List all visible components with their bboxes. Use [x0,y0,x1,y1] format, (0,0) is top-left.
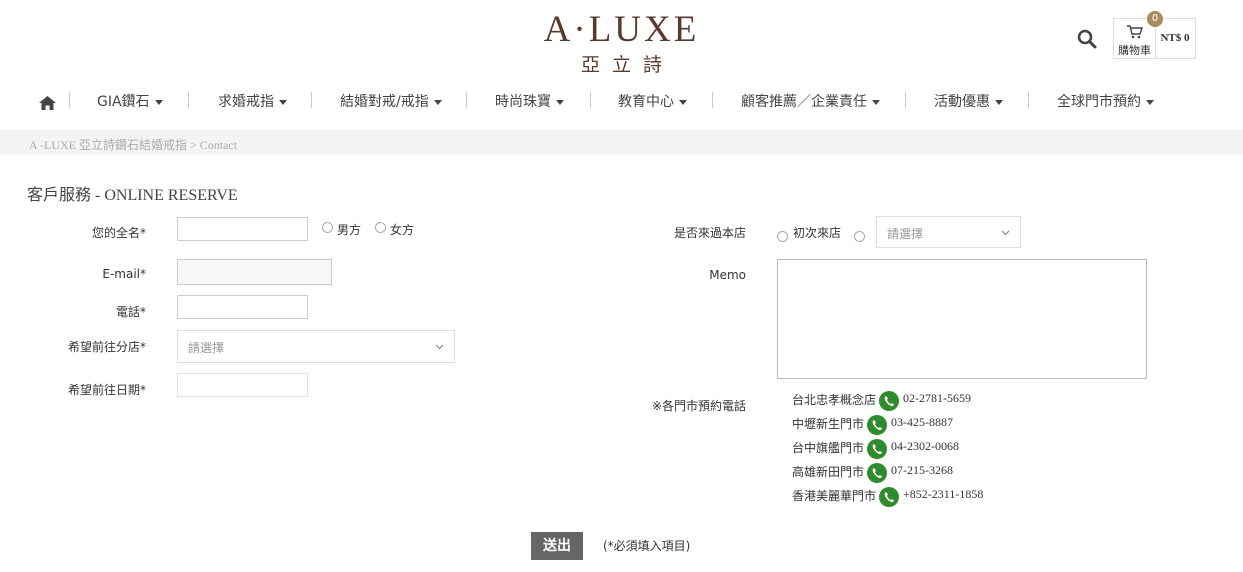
logo-wordmark[interactable]: A·LUXE [0,8,1243,51]
nav-item-label: GIA鑽石 [97,94,150,110]
search-icon[interactable] [1077,29,1097,49]
memo-label: Memo [709,268,746,282]
nav-item-testimonials[interactable]: 顧客推薦／企業責任 [741,91,880,111]
gender-male-label: 男方 [337,223,362,237]
store-phone[interactable]: 07-215-3268 [891,463,953,478]
nav-item-fashion-jewelry[interactable]: 時尚珠寶 [495,91,564,111]
store-name: 香港美麗華門市 [792,489,877,503]
nav-divider [188,92,189,108]
email-label: E-mail* [40,267,146,281]
required-mark: * [140,267,146,281]
phone-icon [879,487,899,507]
date-label: 希望前往日期* [40,381,146,398]
nav-item-gia-diamond[interactable]: GIA鑽石 [97,91,163,111]
phone-icon [867,439,887,459]
first-visit-radio[interactable] [777,231,788,242]
cart-total: NT$ 0 [1160,32,1190,44]
chevron-down-icon [1146,99,1154,105]
chevron-down-icon [154,99,163,105]
nav-divider [311,92,312,108]
phone-label-text: 電話 [115,305,140,319]
home-icon[interactable] [39,96,56,110]
chevron-down-icon [435,344,444,350]
nav-divider [69,92,70,108]
required-mark: * [140,340,146,354]
nav-divider [466,92,467,108]
nav-divider [590,92,591,108]
branch-label: 希望前往分店* [40,338,146,355]
store-name: 台北忠孝概念店 [792,393,877,407]
page-title: 客戶服務 - ONLINE RESERVE [27,187,238,204]
email-label-text: E-mail [102,267,140,281]
visited-before-radio[interactable] [854,231,865,242]
gender-female-label: 女方 [390,223,415,237]
required-mark: * [140,305,146,319]
breadcrumb: A -LUXE 亞立詩鑽石結婚戒指 > Contact [0,130,1243,155]
chevron-down-icon [556,99,564,105]
phone-icon [867,463,887,483]
nav-item-label: 結婚對戒/戒指 [340,94,429,110]
nav-item-promotions[interactable]: 活動優惠 [934,91,1003,111]
chevron-down-icon [679,99,687,105]
name-label-text: 您的全名 [91,226,140,240]
phone-icon [879,391,899,411]
chevron-down-icon [433,99,442,105]
chevron-down-icon [1001,230,1010,236]
nav-item-label: 顧客推薦／企業責任 [741,94,867,110]
nav-item-label: 教育中心 [618,94,674,110]
nav-item-education[interactable]: 教育中心 [618,91,687,111]
visited-store-select-value: 請選擇 [887,227,924,241]
store-phone[interactable]: 03-425-8887 [891,415,953,430]
breadcrumb-text[interactable]: A -LUXE 亞立詩鑽石結婚戒指 > Contact [29,136,237,153]
store-phone-label: ※各門市預約電話 [651,399,746,413]
visited-label: 是否來過本店 [673,226,746,240]
cart-label: 購物車 [1118,44,1151,57]
nav-divider [712,92,713,108]
store-phone[interactable]: +852-2311-1858 [903,487,983,502]
main-nav: GIA鑽石 求婚戒指 結婚對戒/戒指 時尚珠寶 教育中心 顧客推薦／企業責任 活… [0,88,1243,114]
branch-select[interactable]: 請選擇 [177,330,455,363]
required-mark: * [140,226,146,240]
name-input[interactable] [177,217,308,241]
store-phone[interactable]: 04-2302-0068 [891,439,959,454]
nav-divider [905,92,906,108]
nav-item-wedding-rings[interactable]: 結婚對戒/戒指 [340,91,442,111]
store-name: 高雄新田門市 [792,465,865,479]
submit-button[interactable]: 送出 [531,532,583,560]
phone-input[interactable] [177,295,308,319]
nav-item-label: 求婚戒指 [218,94,274,110]
nav-item-label: 全球門市預約 [1057,94,1141,110]
store-name: 台中旗艦門市 [792,441,865,455]
visited-store-select[interactable]: 請選擇 [876,216,1021,248]
email-input[interactable] [177,259,332,285]
name-label: 您的全名* [40,224,146,241]
store-name: 中壢新生門市 [792,417,865,431]
chevron-down-icon [279,99,287,105]
cart-icon [1127,25,1143,39]
required-mark: * [140,383,146,397]
phone-icon [867,415,887,435]
gender-male-radio[interactable] [322,222,333,233]
store-phone[interactable]: 02-2781-5659 [903,391,971,406]
cart-widget[interactable]: 購物車 0 NT$ 0 [1113,11,1196,59]
logo-chinese-name[interactable]: 亞立詩 [0,50,1243,77]
nav-item-store-booking[interactable]: 全球門市預約 [1057,91,1154,111]
nav-item-label: 時尚珠寶 [495,94,551,110]
nav-item-label: 活動優惠 [934,94,990,110]
required-note: (*必須填入項目) [603,539,691,553]
memo-textarea[interactable] [777,259,1147,379]
date-input[interactable] [177,373,308,397]
first-visit-label: 初次來店 [793,226,842,240]
date-label-text: 希望前往日期 [67,383,140,397]
cart-button[interactable]: 購物車 0 [1114,11,1163,58]
phone-label: 電話* [40,303,146,320]
chevron-down-icon [995,99,1003,105]
nav-item-engagement-rings[interactable]: 求婚戒指 [218,91,287,111]
nav-divider [1028,92,1029,108]
chevron-down-icon [872,99,880,105]
branch-select-value: 請選擇 [188,341,225,355]
branch-label-text: 希望前往分店 [67,340,140,354]
store-phone-list: 台北忠孝概念店 02-2781-5659 中壢新生門市 03-425-8887 … [792,389,1052,509]
gender-female-radio[interactable] [375,222,386,233]
